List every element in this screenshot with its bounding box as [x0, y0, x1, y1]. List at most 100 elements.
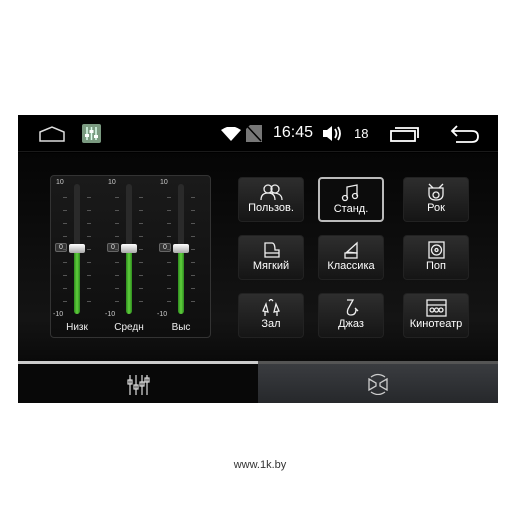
preset-button[interactable]: Станд.	[318, 177, 384, 222]
tick-mark	[63, 236, 67, 237]
tick-mark	[139, 197, 143, 198]
tick-mark	[191, 249, 195, 250]
equalizer-panel: 10 -10 0 Низк 10 -10 0 Средн 10 -10 0 Выс	[50, 175, 211, 338]
piano-icon	[263, 242, 280, 258]
slider-fill	[74, 249, 80, 314]
tick-mark	[167, 236, 171, 237]
tick-mark	[167, 223, 171, 224]
preset-button[interactable]: Мягкий	[238, 235, 304, 280]
tick-mark	[167, 262, 171, 263]
tick-mark	[63, 197, 67, 198]
min-label: -10	[157, 311, 168, 318]
users-icon	[259, 184, 283, 201]
preset-button[interactable]: Классика	[318, 235, 384, 280]
tick-mark	[167, 288, 171, 289]
tick-mark	[191, 236, 195, 237]
tick-mark	[167, 301, 171, 302]
slider-fill	[178, 249, 184, 314]
tick-mark	[115, 223, 119, 224]
preset-button[interactable]: Рок	[403, 177, 469, 222]
volume-level: 18	[354, 126, 369, 141]
tick-mark	[139, 236, 143, 237]
tick-mark	[87, 210, 91, 211]
slider-value: 0	[107, 243, 119, 252]
max-label: 10	[108, 179, 116, 186]
tick-mark	[87, 301, 91, 302]
preset-label: Джаз	[338, 318, 364, 330]
home-icon[interactable]	[38, 126, 66, 142]
speaker-balance-icon	[368, 373, 388, 395]
slider-value: 0	[55, 243, 67, 252]
tick-mark	[167, 275, 171, 276]
tick-mark	[115, 236, 119, 237]
preset-button[interactable]: Джаз	[318, 293, 384, 338]
max-label: 10	[56, 179, 64, 186]
slider-thumb[interactable]	[69, 244, 85, 253]
slider-track[interactable]	[69, 184, 85, 314]
tick-mark	[87, 236, 91, 237]
min-label: -10	[105, 311, 116, 318]
equalizer-page: 10 -10 0 Низк 10 -10 0 Средн 10 -10 0 Выс …	[18, 153, 498, 361]
preset-button[interactable]: Поп	[403, 235, 469, 280]
tab-equalizer[interactable]	[18, 361, 258, 403]
slider-label: Выс	[171, 322, 191, 333]
tick-mark	[139, 288, 143, 289]
tick-mark	[115, 197, 119, 198]
slider-thumb[interactable]	[173, 244, 189, 253]
slider-track[interactable]	[173, 184, 189, 314]
wifi-icon	[221, 127, 241, 141]
preset-label: Рок	[427, 202, 445, 214]
back-icon[interactable]	[450, 125, 480, 143]
preset-button[interactable]: Кинотеатр	[403, 293, 469, 338]
preset-label: Станд.	[333, 203, 369, 215]
tick-mark	[191, 223, 195, 224]
status-bar: 16:45 18	[18, 115, 498, 152]
tick-mark	[191, 262, 195, 263]
theater-icon	[425, 299, 447, 317]
champagne-icon	[261, 299, 280, 316]
slider-label: Средн	[114, 322, 144, 333]
tab-speaker-balance[interactable]	[258, 361, 498, 403]
tick-mark	[63, 301, 67, 302]
slider-track[interactable]	[121, 184, 137, 314]
recent-apps-icon[interactable]	[390, 126, 420, 142]
equalizer-app-icon[interactable]	[82, 124, 101, 143]
gramophone-icon	[343, 241, 358, 259]
tick-mark	[191, 301, 195, 302]
preset-label: Поп	[426, 260, 446, 272]
tick-mark	[87, 288, 91, 289]
tick-mark	[87, 197, 91, 198]
music-note-icon	[341, 184, 358, 202]
head-unit-screen: 16:45 18 10 -10 0 Низк 10 -10 0 Средн 10 -…	[18, 115, 498, 403]
tick-mark	[63, 249, 67, 250]
tick-mark	[115, 301, 119, 302]
preset-button[interactable]: Зал	[238, 293, 304, 338]
bottom-tabs	[18, 361, 498, 403]
tick-mark	[139, 249, 143, 250]
preset-label: Зал	[261, 318, 281, 330]
preset-button[interactable]: Пользов.	[238, 177, 304, 222]
slider-fill	[126, 249, 132, 314]
volume-icon[interactable]	[322, 125, 344, 142]
tick-mark	[63, 262, 67, 263]
preset-label: Кинотеатр	[409, 318, 463, 330]
tick-mark	[87, 262, 91, 263]
tick-mark	[115, 262, 119, 263]
tick-mark	[139, 262, 143, 263]
tick-mark	[115, 288, 119, 289]
tick-mark	[167, 210, 171, 211]
preset-label: Пользов.	[248, 202, 294, 214]
slider-label: Низк	[66, 322, 88, 333]
tick-mark	[63, 275, 67, 276]
tick-mark	[87, 249, 91, 250]
tick-mark	[139, 301, 143, 302]
tick-mark	[63, 288, 67, 289]
tick-mark	[115, 249, 119, 250]
min-label: -10	[53, 311, 64, 318]
slider-value: 0	[159, 243, 171, 252]
slider-thumb[interactable]	[121, 244, 137, 253]
tick-mark	[191, 210, 195, 211]
tick-mark	[139, 210, 143, 211]
watermark: www.1k.by	[233, 459, 287, 471]
saxophone-icon	[346, 299, 358, 316]
